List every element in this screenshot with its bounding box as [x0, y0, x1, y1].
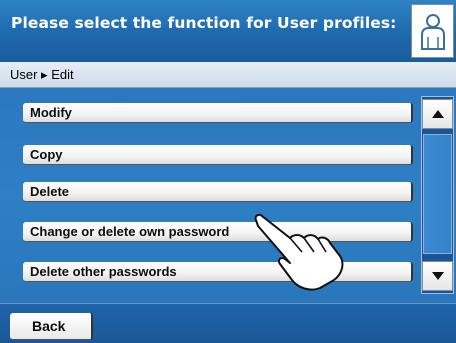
- back-button[interactable]: Back: [10, 313, 93, 340]
- page-title: Please select the function for User prof…: [11, 14, 397, 32]
- scroll-up-button[interactable]: [422, 99, 453, 129]
- delete-other-passwords-label: Delete other passwords: [30, 264, 177, 279]
- delete-label: Delete: [30, 184, 70, 199]
- user-profile-button[interactable]: [411, 4, 454, 58]
- breadcrumb: User ▸ Edit: [0, 62, 456, 88]
- footer-bar: Back: [0, 303, 456, 343]
- scroll-down-button[interactable]: [422, 261, 453, 291]
- user-profile-icon: [421, 14, 445, 50]
- arrow-down-icon: [432, 272, 444, 280]
- delete-other-passwords-button[interactable]: Delete other passwords: [23, 262, 413, 282]
- back-label: Back: [32, 318, 66, 334]
- modify-button[interactable]: Modify: [23, 103, 413, 123]
- copy-label: Copy: [30, 147, 63, 162]
- arrow-up-icon: [432, 110, 444, 118]
- header-bar: Please select the function for User prof…: [0, 0, 456, 62]
- breadcrumb-text: User ▸ Edit: [10, 67, 74, 82]
- change-own-password-label: Change or delete own password: [30, 224, 230, 239]
- change-own-password-button[interactable]: Change or delete own password: [23, 222, 413, 242]
- screen: Please select the function for User prof…: [0, 0, 456, 343]
- delete-button[interactable]: Delete: [23, 182, 413, 202]
- scrollbar[interactable]: [421, 96, 454, 294]
- modify-label: Modify: [30, 105, 72, 120]
- copy-button[interactable]: Copy: [23, 145, 413, 165]
- pointing-hand-icon: [254, 213, 344, 291]
- scroll-thumb[interactable]: [423, 134, 452, 254]
